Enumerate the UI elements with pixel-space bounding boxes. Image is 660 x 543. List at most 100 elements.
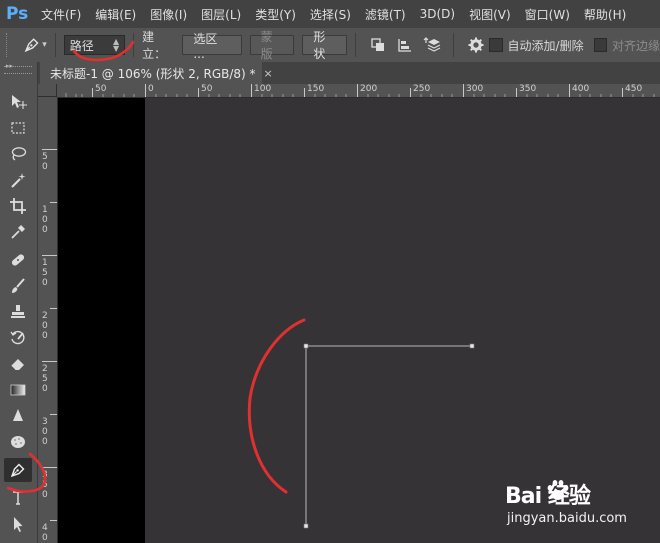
menu-image[interactable]: 图像(I)	[143, 6, 194, 23]
menu-window[interactable]: 窗口(W)	[518, 6, 577, 23]
ruler-label: 450	[625, 84, 643, 94]
magic-wand-icon	[11, 173, 26, 188]
tool-preset-picker[interactable]: ▾	[23, 33, 47, 57]
path-operations-icon	[371, 38, 384, 51]
pen-icon	[24, 38, 39, 53]
menu-type[interactable]: 类型(Y)	[248, 6, 303, 23]
type-tool[interactable]	[4, 486, 32, 510]
pen-tool[interactable]	[4, 458, 32, 482]
ruler-label: 300	[42, 417, 48, 447]
horizontal-ruler[interactable]: 50 0 50 100 150 200 250 300 350 400 450	[57, 84, 660, 98]
menu-bar: Ps 文件(F) 编辑(E) 图像(I) 图层(L) 类型(Y) 选择(S) 滤…	[0, 0, 660, 28]
make-mask-button[interactable]: 蒙版	[249, 30, 295, 61]
blur-tool[interactable]	[4, 404, 32, 428]
close-icon[interactable]: ×	[264, 67, 273, 80]
marquee-tool[interactable]	[4, 116, 32, 140]
vertical-ruler[interactable]: 50 100 150 200 250 300 350 400	[38, 97, 58, 543]
path-selection-tool[interactable]	[4, 512, 32, 536]
divider	[133, 33, 135, 57]
stamp-icon	[11, 305, 25, 318]
healing-brush-tool[interactable]	[4, 248, 32, 272]
auto-add-delete-label: 自动添加/删除	[507, 38, 584, 53]
ruler-label: 100	[42, 205, 48, 235]
ruler-label: 300	[466, 84, 484, 94]
document-tab-bar: 未标题-1 @ 106% (形状 2, RGB/8) * ×	[38, 62, 660, 84]
eraser-tool[interactable]	[4, 352, 32, 376]
baidu-jingyan-watermark: Bai 经验 jingyan.baidu.com	[505, 478, 655, 538]
document-canvas[interactable]	[145, 98, 660, 543]
ruler-origin[interactable]	[38, 84, 57, 97]
ruler-label: 50	[95, 84, 107, 94]
align-edges-checkbox[interactable]	[593, 38, 607, 52]
updown-arrows-icon: ▲ ▼	[112, 37, 120, 53]
toolbox: ▸▸	[0, 62, 38, 543]
ruler-label: 350	[42, 470, 48, 500]
move-icon	[12, 95, 27, 109]
ruler-label: 200	[42, 311, 48, 341]
menu-edit[interactable]: 编辑(E)	[88, 6, 143, 23]
gear-icon	[468, 37, 484, 53]
eyedropper-icon	[11, 225, 25, 239]
ruler-label: 50	[42, 152, 48, 172]
align-icon	[398, 39, 411, 52]
photoshop-logo: Ps	[6, 4, 29, 24]
document-tab[interactable]: 未标题-1 @ 106% (形状 2, RGB/8) * ×	[40, 62, 273, 84]
arrow-cursor-icon	[14, 517, 23, 532]
path-operations-button[interactable]	[368, 35, 387, 55]
menu-select[interactable]: 选择(S)	[303, 6, 358, 23]
path-arrangement-button[interactable]	[422, 35, 441, 55]
ruler-label: 400	[572, 84, 590, 94]
menu-3d[interactable]: 3D(D)	[413, 7, 462, 21]
gradient-icon	[10, 384, 26, 396]
toolbox-grip[interactable]	[4, 66, 32, 74]
canvas-black-region	[58, 98, 145, 543]
eyedropper-tool[interactable]	[4, 220, 32, 244]
auto-add-delete-checkbox[interactable]	[489, 38, 503, 52]
sponge-icon	[11, 436, 25, 448]
lasso-tool[interactable]	[4, 142, 32, 166]
ruler-label: 100	[254, 84, 272, 94]
watermark-url: jingyan.baidu.com	[507, 511, 627, 526]
tool-mode-select[interactable]: 路径 ▲ ▼	[63, 35, 126, 55]
document-tab-title: 未标题-1 @ 106% (形状 2, RGB/8) *	[50, 66, 256, 81]
tool-mode-value: 路径	[69, 38, 94, 53]
options-grip[interactable]	[6, 33, 11, 57]
ruler-label: 250	[42, 364, 48, 394]
crop-tool[interactable]	[4, 194, 32, 218]
make-label: 建立：	[142, 30, 167, 61]
crop-icon	[10, 198, 26, 214]
menu-file[interactable]: 文件(F)	[34, 6, 88, 23]
move-tool[interactable]	[4, 90, 32, 114]
ruler-label: 250	[413, 84, 431, 94]
make-shape-button[interactable]: 形状	[302, 30, 348, 61]
path-alignment-button[interactable]	[395, 35, 414, 55]
align-edges-label: 对齐边缘	[612, 38, 660, 53]
menu-help[interactable]: 帮助(H)	[577, 6, 633, 23]
ruler-label: 200	[360, 84, 378, 94]
lasso-icon	[11, 147, 27, 161]
history-brush-tool[interactable]	[4, 326, 32, 350]
ruler-label: 50	[201, 84, 213, 94]
menu-layer[interactable]: 图层(L)	[194, 6, 248, 23]
magic-wand-tool[interactable]	[4, 168, 32, 192]
ruler-label: 350	[519, 84, 537, 94]
bandage-icon	[11, 254, 25, 266]
ruler-label: 150	[42, 258, 48, 288]
menu-view[interactable]: 视图(V)	[462, 6, 518, 23]
arrange-stack-icon	[423, 37, 440, 52]
settings-button[interactable]	[466, 35, 485, 55]
rectangle-marquee-icon	[11, 122, 25, 134]
dodge-tool[interactable]	[4, 430, 32, 454]
divider	[355, 33, 357, 57]
blur-drop-icon	[13, 409, 23, 421]
brush-tool[interactable]	[4, 274, 32, 298]
make-selection-button[interactable]: 选区 ...	[182, 32, 242, 61]
divider	[54, 33, 56, 57]
menu-filter[interactable]: 滤镜(T)	[358, 6, 413, 23]
history-brush-icon	[10, 330, 25, 345]
clone-stamp-tool[interactable]	[4, 300, 32, 324]
eraser-icon	[10, 359, 24, 371]
ruler-label: 400	[42, 523, 48, 543]
paw-logo-icon	[547, 480, 569, 500]
gradient-tool[interactable]	[4, 378, 32, 402]
